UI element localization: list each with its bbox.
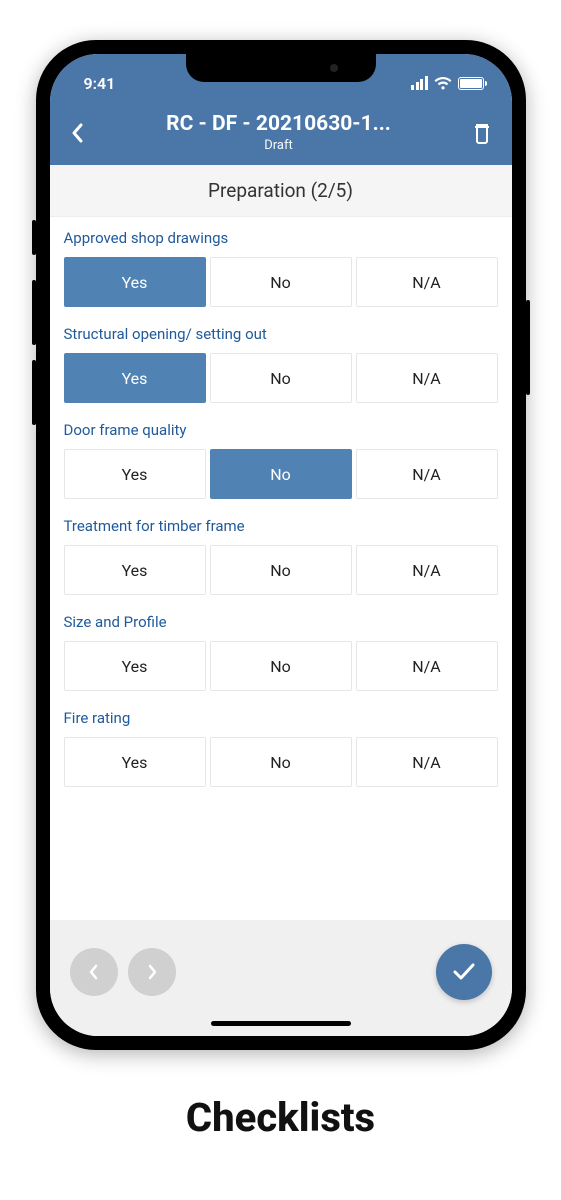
option-no[interactable]: No [210, 641, 352, 691]
option-na[interactable]: N/A [356, 449, 498, 499]
phone-frame: 9:41 RC - DF - 20210630-1... Draft [36, 40, 526, 1050]
question-label: Size and Profile [64, 613, 498, 631]
questions-list: Approved shop drawingsYesNoN/AStructural… [50, 217, 512, 920]
back-button[interactable] [66, 121, 90, 145]
phone-volume-up [32, 280, 36, 345]
option-na[interactable]: N/A [356, 641, 498, 691]
delete-button[interactable] [468, 119, 496, 147]
phone-mute-switch [32, 220, 36, 255]
option-yes[interactable]: Yes [64, 257, 206, 307]
question-block: Approved shop drawings YesNoN/A [50, 217, 512, 313]
home-indicator [211, 1021, 351, 1026]
next-button[interactable] [128, 948, 176, 996]
question-block: Door frame quality YesNoN/A [50, 409, 512, 505]
options-row: YesNoN/A [64, 545, 498, 595]
app-header: RC - DF - 20210630-1... Draft [50, 102, 512, 165]
option-yes[interactable]: Yes [64, 641, 206, 691]
option-yes[interactable]: Yes [64, 737, 206, 787]
option-no[interactable]: No [210, 737, 352, 787]
option-na[interactable]: N/A [356, 257, 498, 307]
status-time: 9:41 [84, 74, 116, 93]
options-row: YesNoN/A [64, 257, 498, 307]
confirm-button[interactable] [436, 944, 492, 1000]
options-row: YesNoN/A [64, 737, 498, 787]
status-indicators [411, 76, 484, 90]
question-label: Approved shop drawings [64, 229, 498, 247]
option-no[interactable]: No [210, 449, 352, 499]
image-caption: Checklists [186, 1094, 375, 1141]
question-block: Treatment for timber frame YesNoN/A [50, 505, 512, 601]
section-title: Preparation (2/5) [50, 165, 512, 217]
option-yes[interactable]: Yes [64, 353, 206, 403]
footer-bar [50, 920, 512, 1036]
question-label: Door frame quality [64, 421, 498, 439]
page-title: RC - DF - 20210630-1... [98, 112, 460, 136]
options-row: YesNoN/A [64, 449, 498, 499]
wifi-icon [434, 76, 452, 90]
prev-button[interactable] [70, 948, 118, 996]
question-block: Fire rating YesNoN/A [50, 697, 512, 793]
battery-icon [458, 77, 484, 90]
options-row: YesNoN/A [64, 641, 498, 691]
page-status: Draft [98, 138, 460, 153]
option-no[interactable]: No [210, 257, 352, 307]
option-yes[interactable]: Yes [64, 449, 206, 499]
option-na[interactable]: N/A [356, 737, 498, 787]
option-no[interactable]: No [210, 545, 352, 595]
option-no[interactable]: No [210, 353, 352, 403]
question-block: Size and Profile YesNoN/A [50, 601, 512, 697]
option-na[interactable]: N/A [356, 545, 498, 595]
question-label: Structural opening/ setting out [64, 325, 498, 343]
cellular-icon [411, 76, 428, 90]
phone-notch [186, 54, 376, 82]
question-block: Structural opening/ setting out YesNoN/A [50, 313, 512, 409]
phone-volume-down [32, 360, 36, 425]
options-row: YesNoN/A [64, 353, 498, 403]
option-yes[interactable]: Yes [64, 545, 206, 595]
question-label: Treatment for timber frame [64, 517, 498, 535]
question-label: Fire rating [64, 709, 498, 727]
option-na[interactable]: N/A [356, 353, 498, 403]
phone-power-button [526, 300, 530, 395]
